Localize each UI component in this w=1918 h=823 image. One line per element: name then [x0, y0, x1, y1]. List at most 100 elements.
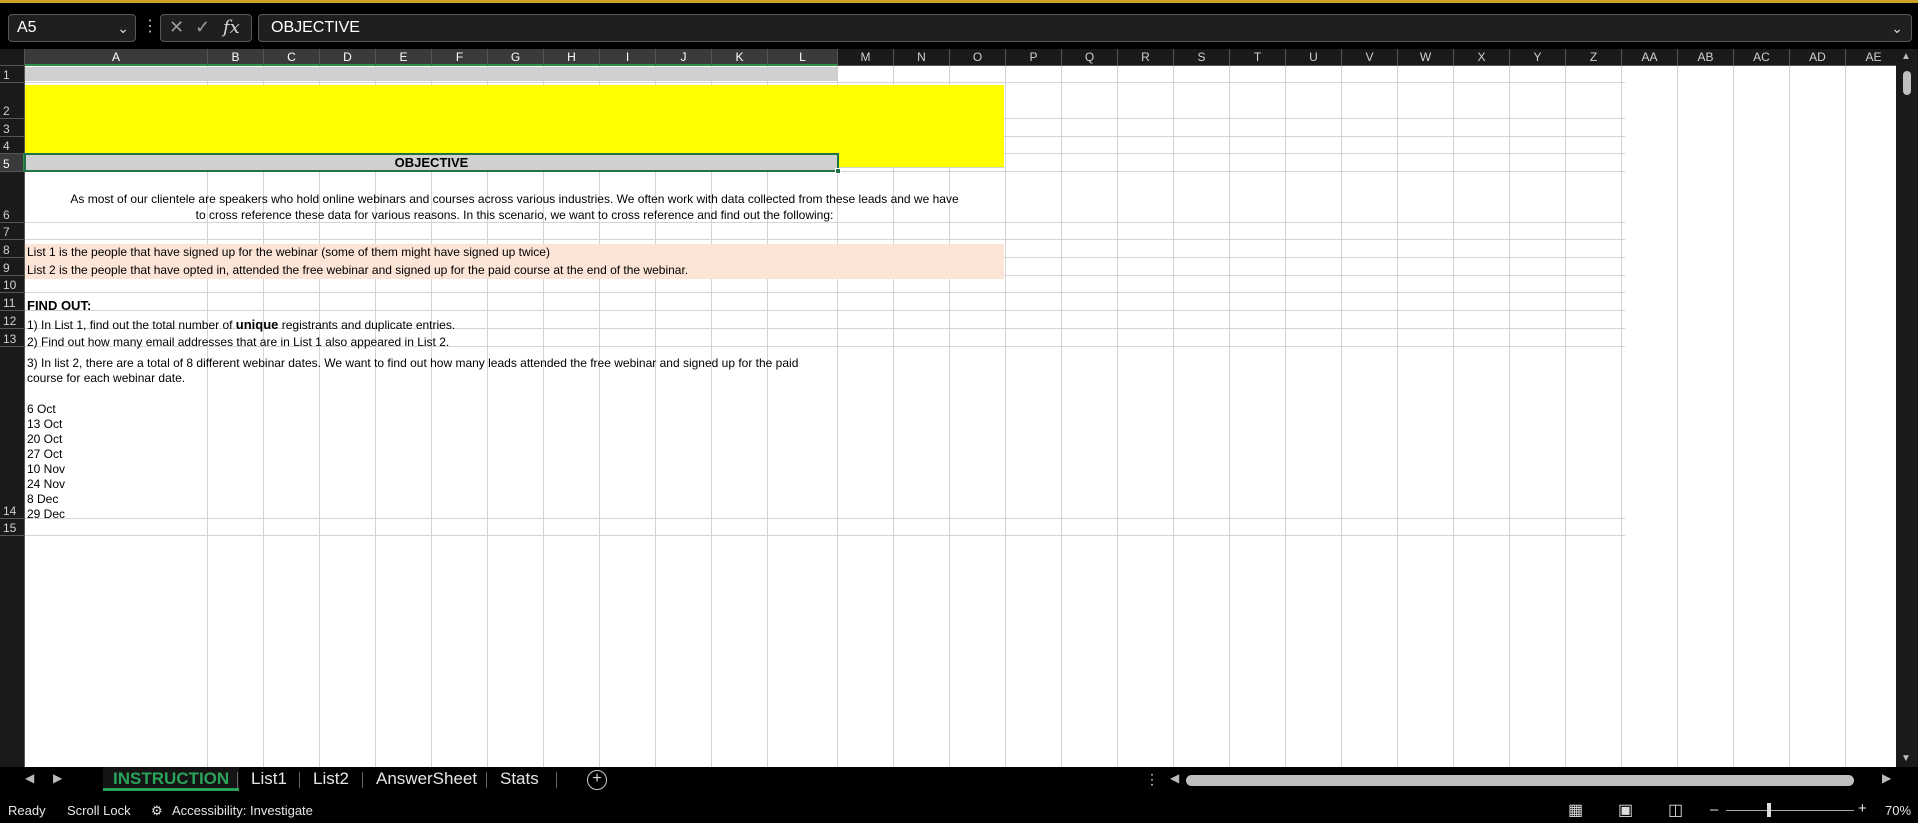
sheet-tabs-bar: ◀ ▶ INSTRUCTION List1 List2 AnswerSheet Stat… [0, 767, 1918, 793]
row-header-7[interactable]: 7 [0, 223, 25, 240]
column-header-o[interactable]: O [950, 49, 1006, 66]
window-accent-line [0, 0, 1918, 3]
scroll-up-icon[interactable]: ▲ [1901, 51, 1911, 62]
check-icon[interactable]: ✓ [195, 17, 210, 38]
scroll-right-icon[interactable]: ▶ [1882, 771, 1891, 785]
zoom-slider[interactable] [1726, 810, 1854, 811]
more-options-icon[interactable]: ⋮ [1145, 771, 1159, 788]
row-number: 11 [3, 296, 16, 310]
column-header-i[interactable]: I [600, 49, 656, 66]
select-all-corner[interactable] [0, 49, 25, 66]
expand-formula-icon[interactable]: ⌄ [1891, 15, 1903, 41]
vertical-scrollbar[interactable]: ▲ ▼ [1896, 49, 1918, 767]
intro-text-line1: As most of our clientele are speakers wh… [70, 192, 959, 206]
column-header-x[interactable]: X [1454, 49, 1510, 66]
page-layout-view-icon[interactable]: ▣ [1618, 800, 1640, 819]
webinar-date: 6 Oct [27, 402, 56, 416]
row-header-9[interactable]: 9 [0, 258, 25, 276]
formula-value: OBJECTIVE [271, 19, 360, 36]
column-header-m[interactable]: M [838, 49, 894, 66]
column-header-a[interactable]: A [25, 49, 208, 66]
row-number: 7 [3, 225, 10, 239]
column-header-k[interactable]: K [712, 49, 768, 66]
formula-input[interactable]: OBJECTIVE ⌄ [258, 14, 1912, 42]
column-header-z[interactable]: Z [1566, 49, 1622, 66]
column-header-ac[interactable]: AC [1734, 49, 1790, 66]
sheet-tab-instruction[interactable]: INSTRUCTION [103, 767, 240, 791]
formula-bar: A5 ⌄ ⋮ ✕ ✓ fx OBJECTIVE ⌄ [0, 8, 1918, 46]
row-header-11[interactable]: 11 [0, 293, 25, 311]
column-header-u[interactable]: U [1286, 49, 1342, 66]
column-header-ae[interactable]: AE [1846, 49, 1902, 66]
zoom-slider-thumb[interactable] [1766, 803, 1771, 817]
sheet-tab-answersheet[interactable]: AnswerSheet [366, 767, 487, 791]
column-header-q[interactable]: Q [1062, 49, 1118, 66]
sheet-tab-stats[interactable]: Stats [490, 767, 549, 791]
prev-sheet-icon[interactable]: ◀ [25, 771, 34, 785]
column-header-j[interactable]: J [656, 49, 712, 66]
row-number: 14 [3, 504, 17, 518]
scroll-down-icon[interactable]: ▼ [1901, 753, 1911, 764]
more-options-icon[interactable]: ⋮ [142, 18, 158, 36]
cancel-icon[interactable]: ✕ [169, 17, 184, 38]
column-header-y[interactable]: Y [1510, 49, 1566, 66]
status-accessibility[interactable]: Accessibility: Investigate [172, 803, 313, 818]
column-header-r[interactable]: R [1118, 49, 1174, 66]
row-header-4[interactable]: 4 [0, 137, 25, 154]
row-header-6[interactable]: 6 [0, 172, 25, 223]
question-3-line2: course for each webinar date. [27, 371, 186, 385]
column-header-ad[interactable]: AD [1790, 49, 1846, 66]
column-header-t[interactable]: T [1230, 49, 1286, 66]
zoom-out-icon[interactable]: – [1710, 801, 1718, 818]
gridline-horizontal [25, 292, 1625, 293]
zoom-level[interactable]: 70% [1885, 803, 1911, 818]
horizontal-scroll-thumb[interactable] [1186, 775, 1854, 786]
row-header-10[interactable]: 10 [0, 276, 25, 293]
next-sheet-icon[interactable]: ▶ [53, 771, 62, 785]
row-header-2[interactable]: 2 [0, 83, 25, 119]
spreadsheet-grid[interactable]: A B C D E F G H I J K L M N O P Q R S T U V W X Y Z AA AB AC AD AE 123… [0, 49, 1918, 767]
vertical-scroll-thumb[interactable] [1903, 71, 1911, 95]
column-header-s[interactable]: S [1174, 49, 1230, 66]
column-header-e[interactable]: E [376, 49, 432, 66]
column-header-f[interactable]: F [432, 49, 488, 66]
row-header-13[interactable]: 13 [0, 329, 25, 347]
row-header-12[interactable]: 12 [0, 311, 25, 329]
tab-separator [556, 772, 557, 788]
row-header-14[interactable]: 14 [0, 347, 25, 519]
column-header-aa[interactable]: AA [1622, 49, 1678, 66]
webinar-date: 24 Nov [27, 477, 66, 491]
name-box[interactable]: A5 ⌄ [8, 14, 136, 42]
column-header-v[interactable]: V [1342, 49, 1398, 66]
scroll-left-icon[interactable]: ◀ [1170, 771, 1179, 785]
row-header-8[interactable]: 8 [0, 240, 25, 258]
add-sheet-icon[interactable]: + [587, 770, 607, 790]
fill-handle[interactable] [835, 168, 841, 174]
column-header-b[interactable]: B [208, 49, 264, 66]
column-header-c[interactable]: C [264, 49, 320, 66]
chevron-down-icon[interactable]: ⌄ [117, 15, 129, 41]
gridline-vertical [1845, 66, 1846, 767]
zoom-in-icon[interactable]: + [1858, 800, 1867, 817]
column-header-h[interactable]: H [544, 49, 600, 66]
column-header-p[interactable]: P [1006, 49, 1062, 66]
status-bar: Ready Scroll Lock ⚙ Accessibility: Inves… [0, 797, 1918, 823]
row-header-1[interactable]: 1 [0, 66, 25, 83]
row-header-3[interactable]: 3 [0, 119, 25, 137]
page-break-view-icon[interactable]: ◫ [1668, 800, 1690, 819]
sheet-tab-list2[interactable]: List2 [303, 767, 359, 791]
column-header-w[interactable]: W [1398, 49, 1454, 66]
column-header-g[interactable]: G [488, 49, 544, 66]
insert-function-icon[interactable]: fx [223, 17, 240, 38]
row-number: 10 [3, 278, 17, 292]
column-header-l[interactable]: L [768, 49, 838, 66]
column-header-d[interactable]: D [320, 49, 376, 66]
row-header-5[interactable]: 5 [0, 154, 25, 172]
column-header-n[interactable]: N [894, 49, 950, 66]
sheet-tab-list1[interactable]: List1 [241, 767, 297, 791]
row-number: 4 [3, 139, 10, 153]
row-header-15[interactable]: 15 [0, 519, 25, 536]
column-header-ab[interactable]: AB [1678, 49, 1734, 66]
normal-view-icon[interactable]: ▦ [1568, 800, 1590, 819]
accessibility-icon[interactable]: ⚙ [151, 803, 163, 819]
